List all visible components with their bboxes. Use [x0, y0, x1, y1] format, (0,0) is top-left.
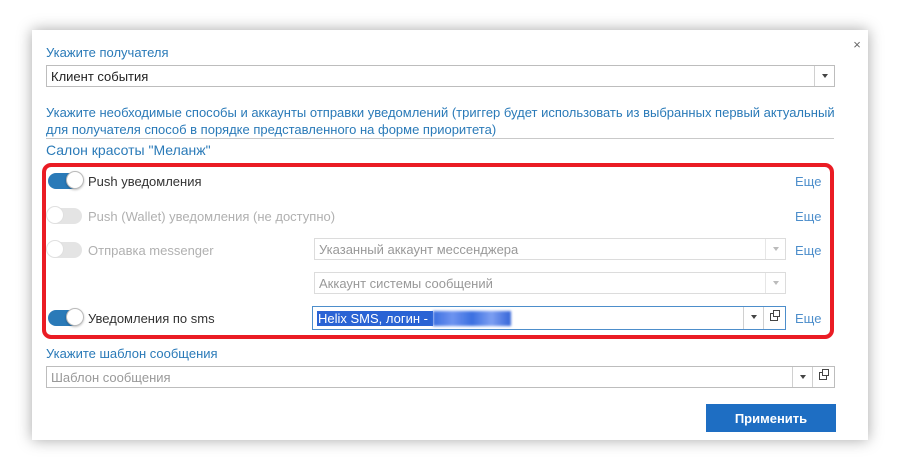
instructions-text: Укажите необходимые способы и аккаунты о…	[46, 105, 835, 137]
recipient-select[interactable]: Клиент события	[46, 65, 835, 87]
toggle-knob	[46, 240, 64, 258]
close-icon[interactable]: ×	[850, 38, 864, 52]
messenger-label: Отправка messenger	[88, 243, 214, 258]
messenger-toggle[interactable]	[46, 240, 82, 258]
redacted-login	[432, 311, 511, 326]
template-label: Укажите шаблон сообщения	[46, 346, 218, 361]
open-external-button[interactable]	[812, 367, 834, 387]
sms-label: Уведомления по sms	[88, 311, 215, 326]
toggle-knob	[46, 206, 64, 224]
messenger-account-select[interactable]: Указанный аккаунт мессенджера	[314, 238, 786, 260]
sms-account-select[interactable]: Helix SMS, логин -	[312, 306, 786, 330]
section-title: Салон красоты "Меланж"	[46, 142, 211, 158]
apply-button[interactable]: Применить	[706, 404, 836, 432]
chevron-down-icon[interactable]	[765, 273, 785, 293]
messenger-more-link[interactable]: Еще	[795, 243, 821, 258]
template-placeholder: Шаблон сообщения	[51, 370, 171, 385]
sms-account-value-text: Helix SMS, логин -	[317, 311, 433, 326]
chevron-down-icon[interactable]	[814, 66, 834, 86]
messenger-account-value: Указанный аккаунт мессенджера	[319, 242, 519, 257]
messaging-system-account-value: Аккаунт системы сообщений	[319, 276, 493, 291]
push-toggle[interactable]	[48, 171, 84, 189]
divider	[46, 138, 834, 139]
open-external-button[interactable]	[763, 307, 785, 329]
sms-toggle[interactable]	[48, 308, 84, 326]
toggle-knob	[66, 308, 84, 326]
notification-settings-dialog: × Укажите получателя Клиент события Укаж…	[32, 30, 868, 440]
chevron-down-icon[interactable]	[792, 367, 812, 387]
open-external-icon	[819, 369, 829, 380]
push-wallet-label: Push (Wallet) уведомления (не доступно)	[88, 209, 336, 224]
recipient-select-value: Клиент события	[51, 69, 149, 84]
chevron-down-icon[interactable]	[765, 239, 785, 259]
push-wallet-more-link[interactable]: Еще	[795, 209, 821, 224]
chevron-down-icon[interactable]	[743, 307, 763, 329]
messaging-system-account-select[interactable]: Аккаунт системы сообщений	[314, 272, 786, 294]
push-wallet-toggle[interactable]	[46, 206, 82, 224]
open-external-icon	[770, 310, 780, 321]
sms-account-value: Helix SMS, логин -	[317, 311, 511, 326]
template-select[interactable]: Шаблон сообщения	[46, 366, 835, 388]
recipient-label: Укажите получателя	[46, 45, 169, 60]
toggle-knob	[66, 171, 84, 189]
push-more-link[interactable]: Еще	[795, 174, 821, 189]
sms-more-link[interactable]: Еще	[795, 311, 821, 326]
push-label: Push уведомления	[88, 174, 202, 189]
